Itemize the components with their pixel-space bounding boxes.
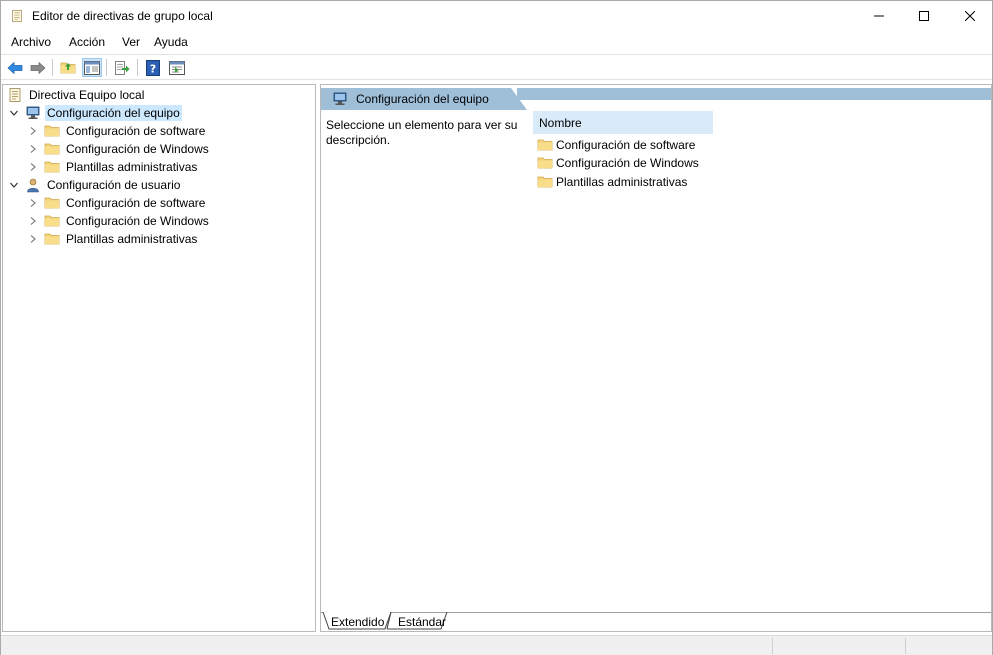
user-icon (25, 177, 41, 193)
close-icon (965, 11, 975, 21)
forward-icon (30, 61, 46, 74)
back-icon (7, 61, 23, 74)
back-button[interactable] (5, 58, 25, 77)
chevron-right-icon[interactable] (28, 234, 38, 244)
folder-icon (44, 195, 60, 211)
tree-item-user-config[interactable]: Configuración de usuario (9, 176, 182, 194)
status-bar (1, 635, 992, 655)
show-hide-tree-button[interactable] (82, 58, 102, 77)
tree-item-label: Plantillas administrativas (66, 160, 198, 174)
description-text: Seleccione un elemento para ver su descr… (326, 118, 518, 147)
tree-item-user-admin-templates[interactable]: Plantillas administrativas (28, 230, 199, 248)
computer-icon (25, 105, 41, 121)
tree-item-computer-windows[interactable]: Configuración de Windows (28, 140, 211, 158)
properties-button[interactable] (167, 58, 187, 77)
export-list-icon (115, 60, 130, 75)
list-item-label: Configuración de Windows (556, 156, 699, 170)
tree-item-label: Configuración de usuario (47, 178, 181, 192)
tree-item-label: Configuración de Windows (66, 214, 209, 228)
column-header-label: Nombre (539, 115, 582, 130)
menu-accion[interactable]: Acción (69, 35, 105, 49)
folder-icon (44, 123, 60, 139)
title-bar[interactable]: Editor de directivas de grupo local (1, 1, 992, 31)
tree-pane[interactable]: Directiva Equipo local Configuración del… (2, 84, 316, 632)
tab-estandar[interactable]: Estándar (398, 613, 446, 631)
detail-header-title: Configuración del equipo (356, 92, 489, 106)
list-item[interactable]: Configuración de software (537, 136, 695, 154)
chevron-down-icon[interactable] (9, 108, 19, 118)
folder-icon (44, 141, 60, 157)
chevron-right-icon[interactable] (28, 198, 38, 208)
tree-item-label: Configuración de software (66, 196, 206, 210)
folder-icon (44, 213, 60, 229)
tree-item-computer-config[interactable]: Configuración del equipo (9, 104, 182, 122)
minimize-button[interactable] (856, 1, 902, 31)
app-window: Editor de directivas de grupo local Arch… (0, 0, 993, 655)
computer-icon (332, 91, 348, 107)
toolbar-separator (106, 59, 107, 76)
tree-item-label: Configuración del equipo (45, 105, 182, 121)
show-hide-tree-icon (84, 60, 100, 75)
toolbar: ? (1, 54, 992, 80)
header-band (517, 88, 991, 100)
folder-icon (44, 231, 60, 247)
chevron-down-icon[interactable] (9, 180, 19, 190)
folder-icon (537, 137, 553, 153)
folder-icon (44, 159, 60, 175)
menu-bar: Archivo Acción Ver Ayuda (1, 32, 992, 53)
policy-icon (7, 87, 23, 103)
toolbar-separator (137, 59, 138, 76)
menu-ayuda[interactable]: Ayuda (154, 35, 188, 49)
tree-root-label: Directiva Equipo local (29, 88, 145, 102)
status-divider (905, 638, 906, 654)
detail-pane: Configuración del equipo Seleccione un e… (320, 84, 992, 632)
menu-ver[interactable]: Ver (122, 35, 140, 49)
up-folder-button[interactable] (58, 58, 78, 77)
chevron-right-icon[interactable] (28, 126, 38, 136)
properties-icon (169, 60, 185, 75)
column-header-name[interactable]: Nombre (533, 111, 713, 134)
folder-icon (537, 174, 553, 190)
minimize-icon (874, 15, 884, 17)
tab-extendido[interactable]: Extendido (331, 613, 384, 631)
list-item[interactable]: Plantillas administrativas (537, 173, 687, 191)
help-button[interactable]: ? (143, 58, 163, 77)
tree-item-computer-software[interactable]: Configuración de software (28, 122, 207, 140)
menu-archivo[interactable]: Archivo (11, 35, 51, 49)
tree-item-user-software[interactable]: Configuración de software (28, 194, 207, 212)
tree-item-label: Configuración de software (66, 124, 206, 138)
up-folder-icon (60, 60, 76, 76)
maximize-icon (919, 11, 929, 21)
list-item[interactable]: Configuración de Windows (537, 154, 699, 172)
view-tabs-bar: Extendido Estándar (321, 612, 991, 631)
svg-text:?: ? (150, 62, 156, 75)
list-item-label: Configuración de software (556, 138, 696, 152)
tree-item-label: Plantillas administrativas (66, 232, 198, 246)
tree-item-user-windows[interactable]: Configuración de Windows (28, 212, 211, 230)
toolbar-separator (52, 59, 53, 76)
chevron-right-icon[interactable] (28, 216, 38, 226)
window-title: Editor de directivas de grupo local (32, 9, 213, 23)
detail-header: Configuración del equipo (321, 88, 991, 110)
policy-editor-icon (10, 8, 24, 24)
chevron-right-icon[interactable] (28, 144, 38, 154)
help-icon: ? (146, 59, 160, 76)
tree-root[interactable]: Directiva Equipo local (7, 86, 146, 104)
forward-button[interactable] (28, 58, 48, 77)
close-button[interactable] (947, 1, 993, 31)
list-item-label: Plantillas administrativas (556, 175, 688, 189)
tree-item-computer-admin-templates[interactable]: Plantillas administrativas (28, 158, 199, 176)
status-divider (772, 638, 773, 654)
chevron-right-icon[interactable] (28, 162, 38, 172)
folder-icon (537, 155, 553, 171)
export-list-button[interactable] (112, 58, 132, 77)
tree-item-label: Configuración de Windows (66, 142, 209, 156)
maximize-button[interactable] (901, 1, 947, 31)
